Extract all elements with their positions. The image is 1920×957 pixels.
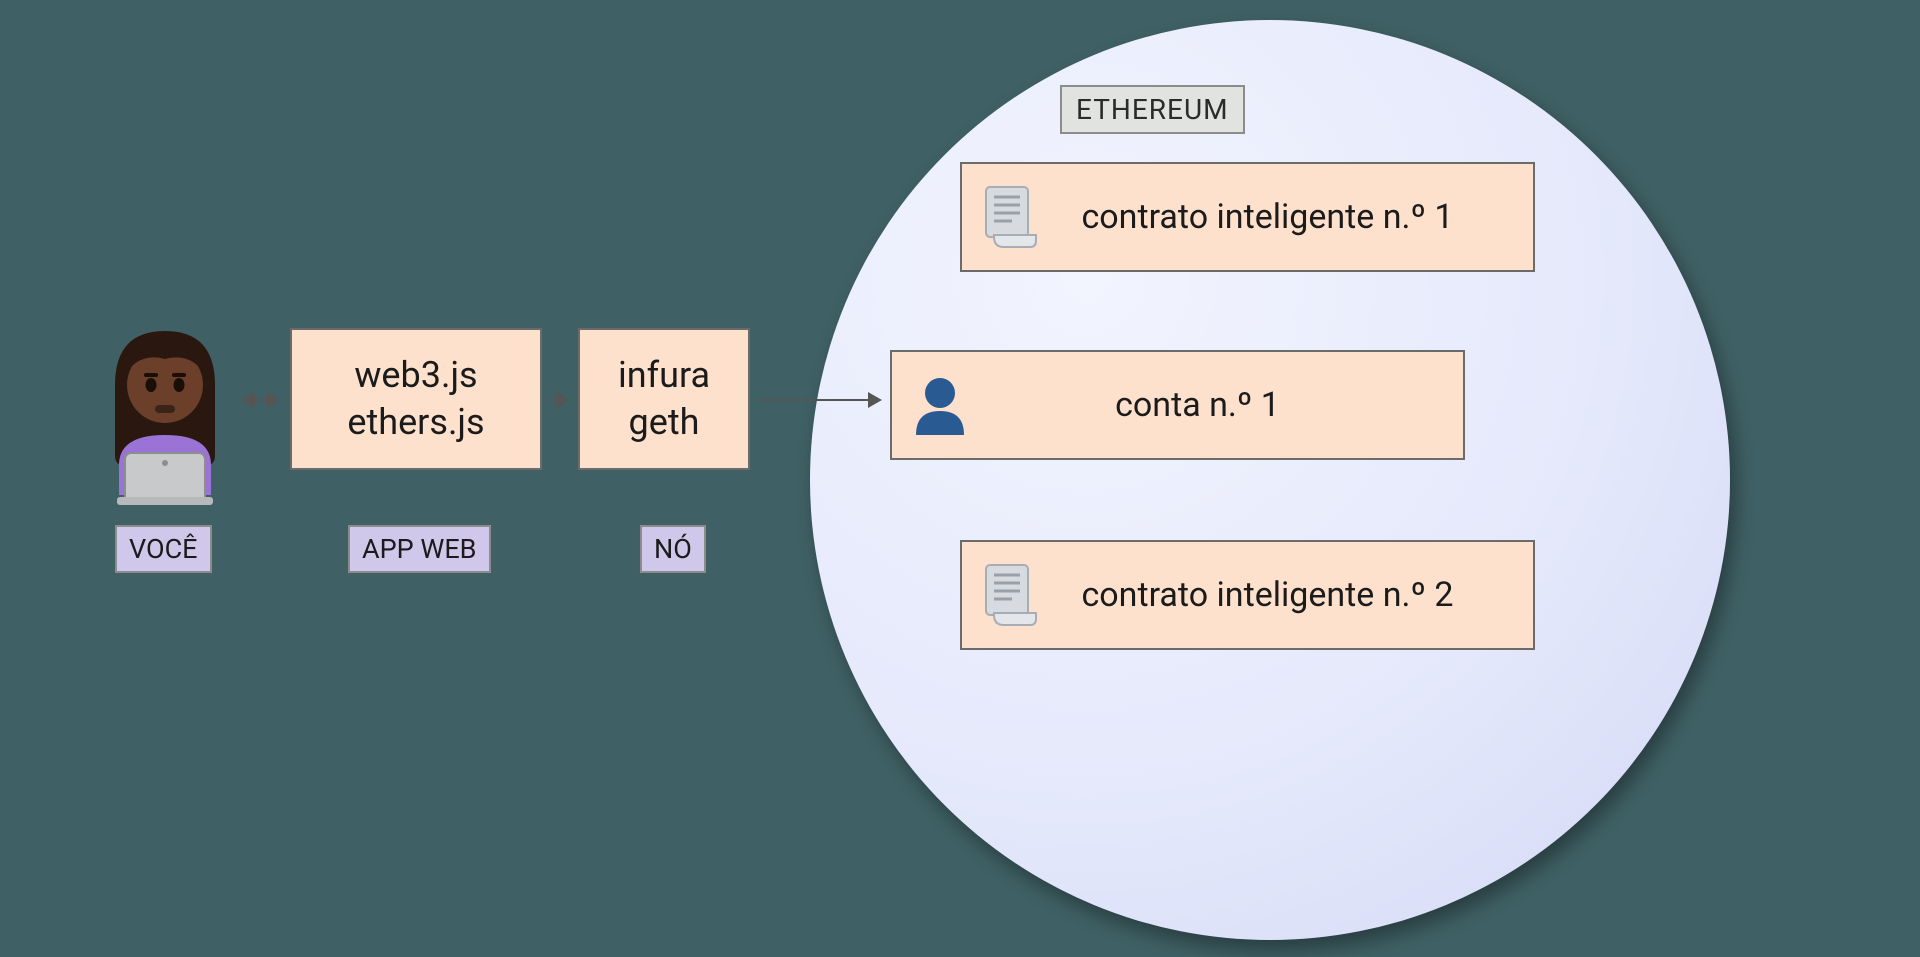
document-icon <box>980 185 1040 249</box>
user-chip: VOCÊ <box>115 525 212 573</box>
ethereum-contract-1: contrato inteligente n.º 1 <box>960 162 1535 272</box>
arrow-node-ethereum <box>755 399 880 401</box>
node-box: infura geth <box>578 328 750 470</box>
node-chip: NÓ <box>640 525 706 573</box>
ethereum-circle <box>810 20 1730 940</box>
user-icon <box>85 325 245 505</box>
ethereum-account-1-label: conta n.º 1 <box>990 385 1445 425</box>
node-line2: geth <box>629 399 700 446</box>
arrow-user-webapp <box>243 399 278 401</box>
ethereum-contract-2-label: contrato inteligente n.º 2 <box>1060 575 1515 615</box>
ethereum-contract-2: contrato inteligente n.º 2 <box>960 540 1535 650</box>
ethereum-account-1: conta n.º 1 <box>890 350 1465 460</box>
diagram-canvas: ETHEREUM web3.js ethers.j <box>0 0 1920 957</box>
ethereum-contract-1-label: contrato inteligente n.º 1 <box>1060 197 1515 237</box>
webapp-box: web3.js ethers.js <box>290 328 542 470</box>
document-icon <box>980 563 1040 627</box>
webapp-chip: APP WEB <box>348 525 491 573</box>
webapp-line2: ethers.js <box>347 399 484 446</box>
person-icon <box>910 373 970 437</box>
node-line1: infura <box>618 352 710 399</box>
ethereum-label: ETHEREUM <box>1060 85 1245 134</box>
arrow-webapp-node <box>548 399 568 401</box>
webapp-line1: web3.js <box>354 352 477 399</box>
